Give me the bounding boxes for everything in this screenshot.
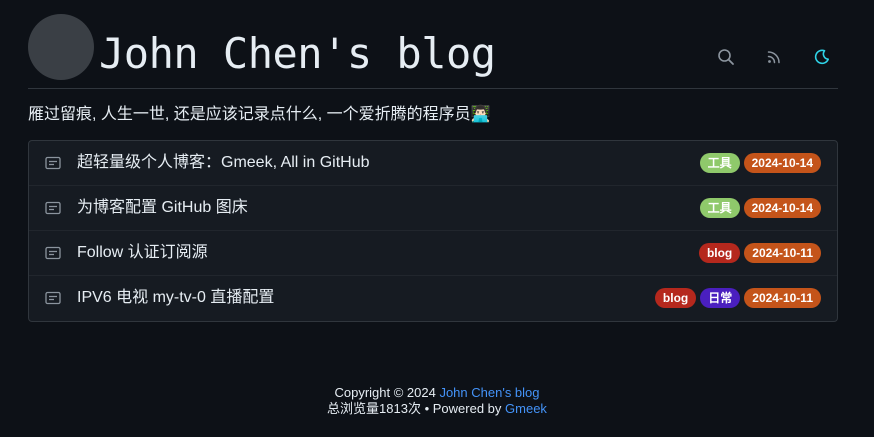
blog-home-link[interactable]: John Chen's blog — [439, 385, 539, 400]
post-label[interactable]: 2024-10-14 — [743, 198, 821, 218]
header: John Chen's blog — [28, 14, 838, 89]
post-title[interactable]: 超轻量级个人博客：Gmeek, All in GitHub — [77, 153, 370, 173]
footer-powered: 总浏览量1813次 • Powered by Gmeek — [0, 401, 874, 417]
post-icon — [45, 201, 61, 215]
post-title[interactable]: Follow 认证订阅源 — [77, 243, 208, 263]
moon-icon — [814, 49, 829, 65]
post-label[interactable]: 工具 — [699, 153, 740, 173]
footer: Copyright © 2024 John Chen's blog 总浏览量18… — [0, 385, 874, 417]
post-icon — [45, 156, 61, 170]
post-label[interactable]: 日常 — [700, 288, 741, 308]
post-labels: 工具 2024-10-14 — [699, 198, 821, 218]
rss-icon — [767, 51, 780, 64]
search-button[interactable] — [710, 42, 742, 72]
search-icon — [718, 49, 734, 65]
views-text: 总浏览量1813次 • Powered by — [327, 401, 502, 416]
rss-button[interactable] — [758, 42, 790, 72]
blog-title[interactable]: John Chen's blog — [99, 29, 496, 79]
post-labels: blog 日常 2024-10-11 — [654, 288, 821, 308]
avatar[interactable] — [28, 14, 94, 80]
post-icon — [45, 246, 61, 260]
header-icons — [710, 42, 838, 72]
post-label[interactable]: 2024-10-14 — [743, 153, 821, 173]
gmeek-link[interactable]: Gmeek — [505, 401, 547, 416]
page: John Chen's blog 雁过留痕, 人生一世, 还是应该记录点什么, … — [0, 0, 874, 437]
footer-copyright: Copyright © 2024 John Chen's blog — [0, 385, 874, 401]
post-row[interactable]: IPV6 电视 my-tv-0 直播配置 blog 日常 2024-10-11 — [29, 276, 837, 321]
post-label[interactable]: 2024-10-11 — [744, 243, 821, 263]
post-label[interactable]: blog — [654, 288, 697, 308]
post-icon — [45, 291, 61, 305]
copyright-text: Copyright © 2024 — [334, 385, 436, 400]
post-row[interactable]: 超轻量级个人博客：Gmeek, All in GitHub 工具 2024-10-1… — [29, 141, 837, 186]
post-row[interactable]: 为博客配置 GitHub 图床 工具 2024-10-14 — [29, 186, 837, 231]
post-list: 超轻量级个人博客：Gmeek, All in GitHub 工具 2024-10-1… — [28, 140, 838, 322]
subtitle-emoji: 👨🏻‍💻 — [470, 106, 491, 123]
post-label[interactable]: blog — [698, 243, 741, 263]
post-labels: blog 2024-10-11 — [698, 243, 821, 263]
blog-subtitle: 雁过留痕, 人生一世, 还是应该记录点什么, 一个爱折腾的程序员👨🏻‍💻 — [28, 104, 491, 126]
theme-toggle-button[interactable] — [806, 42, 838, 72]
post-labels: 工具 2024-10-14 — [699, 153, 821, 173]
post-label[interactable]: 2024-10-11 — [744, 288, 821, 308]
subtitle-text: 雁过留痕, 人生一世, 还是应该记录点什么, 一个爱折腾的程序员 — [28, 106, 471, 123]
post-label[interactable]: 工具 — [699, 198, 740, 218]
post-title[interactable]: IPV6 电视 my-tv-0 直播配置 — [77, 288, 274, 308]
post-title[interactable]: 为博客配置 GitHub 图床 — [77, 198, 248, 218]
post-row[interactable]: Follow 认证订阅源 blog 2024-10-11 — [29, 231, 837, 276]
